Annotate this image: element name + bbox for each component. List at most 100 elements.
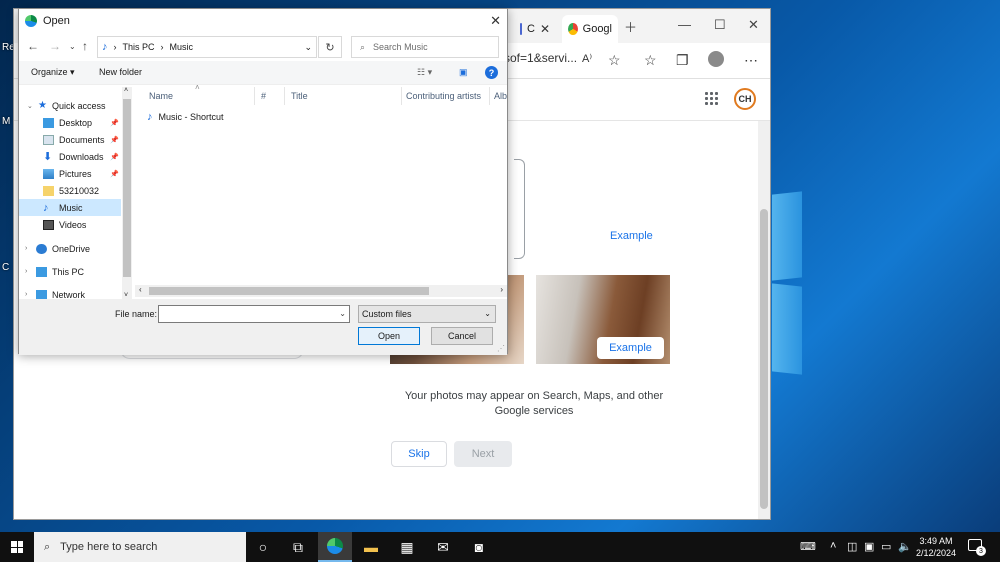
breadcrumb[interactable]: ♪ › This PC › Music ⌄ xyxy=(97,36,317,58)
chevron-down-icon[interactable]: ⌄ xyxy=(339,309,346,318)
clock-time: 3:49 AM xyxy=(919,536,953,546)
close-tab-icon[interactable]: ✕ xyxy=(540,22,550,36)
breadcrumb-separator-icon: › xyxy=(113,42,117,52)
view-options-icon[interactable]: ☷ ▾ xyxy=(417,67,432,78)
google-apps-icon[interactable] xyxy=(704,91,718,105)
downloads-folder-icon: ⬇ xyxy=(43,151,53,163)
mail-icon[interactable]: ✉ xyxy=(426,532,460,562)
scroll-right-icon[interactable]: › xyxy=(500,285,503,294)
back-arrow-icon[interactable]: ← xyxy=(27,39,39,53)
minimize-icon[interactable]: — xyxy=(678,17,691,32)
cancel-button[interactable]: Cancel xyxy=(431,327,493,345)
desktop-icon-label[interactable]: C xyxy=(2,262,9,273)
horizontal-scrollbar[interactable]: ‹ › xyxy=(135,285,507,297)
collections-icon[interactable]: ❐ xyxy=(676,52,689,69)
account-avatar[interactable]: CH xyxy=(734,88,756,110)
windows-icon xyxy=(11,541,23,553)
taskbar: ⌕ Type here to search ○ ⧉ ▬ ▦ ✉ ◙ ⌨ ˄ ◫ … xyxy=(0,532,1000,562)
next-button[interactable]: Next xyxy=(454,441,512,467)
resize-grip-icon[interactable]: ⋰ xyxy=(497,344,505,353)
maximize-icon[interactable]: ☐ xyxy=(714,17,726,33)
preview-pane-icon[interactable]: ▣ xyxy=(459,67,468,78)
chrome-favicon-icon xyxy=(568,23,578,35)
column-header-artists[interactable]: Contributing artists xyxy=(404,87,490,105)
nav-pane-scrollbar[interactable]: ˄ ˅ xyxy=(122,87,132,299)
page-scrollbar[interactable] xyxy=(758,121,770,519)
pin-icon: 📌 xyxy=(110,153,119,161)
meet-now-icon[interactable]: ◫ xyxy=(847,540,857,553)
new-folder-button[interactable]: New folder xyxy=(99,67,142,77)
column-header-name[interactable]: Name xyxy=(135,87,255,105)
open-button[interactable]: Open xyxy=(358,327,420,345)
network-icon xyxy=(36,289,47,299)
security-icon[interactable]: ▣ xyxy=(864,540,874,553)
tab-label: C xyxy=(526,23,535,35)
refresh-button[interactable]: ↻ xyxy=(318,36,342,58)
example-badge[interactable]: Example xyxy=(597,337,664,359)
command-bar: Organize ▾ New folder ☷ ▾ ▣ ? xyxy=(19,61,507,85)
close-icon[interactable]: ✕ xyxy=(490,13,501,29)
nav-item-onedrive[interactable]: › OneDrive xyxy=(19,240,121,257)
favorites-icon[interactable]: ☆ xyxy=(644,52,657,69)
nav-item-downloads[interactable]: ⬇ Downloads 📌 xyxy=(19,148,121,165)
task-view-icon[interactable]: ⧉ xyxy=(281,532,315,562)
nav-item-videos[interactable]: Videos xyxy=(19,216,121,233)
column-header-album[interactable]: Album xyxy=(492,87,507,105)
browser-tab[interactable]: Googl xyxy=(562,15,618,43)
scroll-up-icon[interactable]: ˄ xyxy=(124,87,128,94)
file-explorer-icon[interactable]: ▬ xyxy=(354,532,388,562)
scroll-down-icon[interactable]: ˅ xyxy=(124,292,128,299)
keyboard-icon[interactable]: ⌨ xyxy=(800,540,816,553)
nav-item-music[interactable]: ♪ Music xyxy=(19,199,121,216)
chevron-right-icon: › xyxy=(25,291,28,298)
nav-item-documents[interactable]: Documents 📌 xyxy=(19,131,121,148)
read-aloud-icon[interactable]: A⁾ xyxy=(582,52,592,65)
nav-item-pictures[interactable]: Pictures 📌 xyxy=(19,165,121,182)
column-header-number[interactable]: # xyxy=(257,87,285,105)
nav-item-quick-access[interactable]: ⌄ ★ Quick access xyxy=(19,97,121,114)
chevron-up-icon[interactable]: ˄ xyxy=(830,540,836,552)
cortana-icon[interactable]: ○ xyxy=(246,532,280,562)
list-item[interactable]: ♪ Music - Shortcut xyxy=(147,109,224,125)
edge-taskbar-icon[interactable] xyxy=(318,532,352,562)
file-type-select[interactable]: Custom files ⌄ xyxy=(358,305,496,323)
up-arrow-icon[interactable]: ↑ xyxy=(82,39,88,53)
browser-tab[interactable]: C ✕ xyxy=(514,15,556,43)
nav-item-desktop[interactable]: Desktop 📌 xyxy=(19,114,121,131)
edge-icon xyxy=(25,15,37,27)
onedrive-icon xyxy=(36,243,47,254)
forward-arrow-icon[interactable]: → xyxy=(49,39,61,53)
close-window-icon[interactable]: ✕ xyxy=(748,17,759,33)
nav-item-network[interactable]: › Network xyxy=(19,286,121,299)
chevron-down-icon[interactable]: ⌄ xyxy=(304,42,312,53)
dialog-title-bar[interactable]: Open ✕ xyxy=(19,9,507,33)
recent-locations-chevron-icon[interactable]: ⌄ xyxy=(69,42,76,51)
organize-menu[interactable]: Organize ▾ xyxy=(31,67,75,78)
camera-icon[interactable]: ◙ xyxy=(462,532,496,562)
favorite-add-icon[interactable]: ☆ xyxy=(608,52,621,69)
breadcrumb-separator-icon: › xyxy=(160,42,164,52)
new-tab-icon[interactable]: ＋ xyxy=(624,17,637,36)
desktop-icon-label[interactable]: M xyxy=(2,116,10,127)
example-link[interactable]: Example xyxy=(610,230,653,242)
url-text[interactable]: sof=1&servi... xyxy=(504,51,577,65)
breadcrumb-item[interactable]: This PC xyxy=(123,42,155,52)
help-icon[interactable]: ? xyxy=(485,66,498,79)
nav-item-this-pc[interactable]: › This PC xyxy=(19,263,121,280)
start-button[interactable] xyxy=(0,532,34,562)
more-options-icon[interactable]: ⋯ xyxy=(744,52,758,69)
skip-button[interactable]: Skip xyxy=(391,441,447,467)
system-clock[interactable]: 3:49 AM 2/12/2024 xyxy=(910,535,962,559)
tab-label: Googl xyxy=(582,23,612,35)
nav-item-folder[interactable]: 53210032 xyxy=(19,182,121,199)
breadcrumb-item[interactable]: Music xyxy=(170,42,194,52)
network-tray-icon[interactable]: ▭ xyxy=(881,540,891,553)
computer-icon xyxy=(36,266,47,277)
scroll-left-icon[interactable]: ‹ xyxy=(139,285,142,294)
taskbar-search-input[interactable]: ⌕ Type here to search xyxy=(34,532,246,562)
column-header-title[interactable]: Title xyxy=(287,87,402,105)
profile-icon[interactable] xyxy=(708,51,724,67)
file-name-input[interactable]: ⌄ xyxy=(158,305,350,323)
search-input[interactable]: ⌕ Search Music xyxy=(351,36,499,58)
store-icon[interactable]: ▦ xyxy=(390,532,424,562)
